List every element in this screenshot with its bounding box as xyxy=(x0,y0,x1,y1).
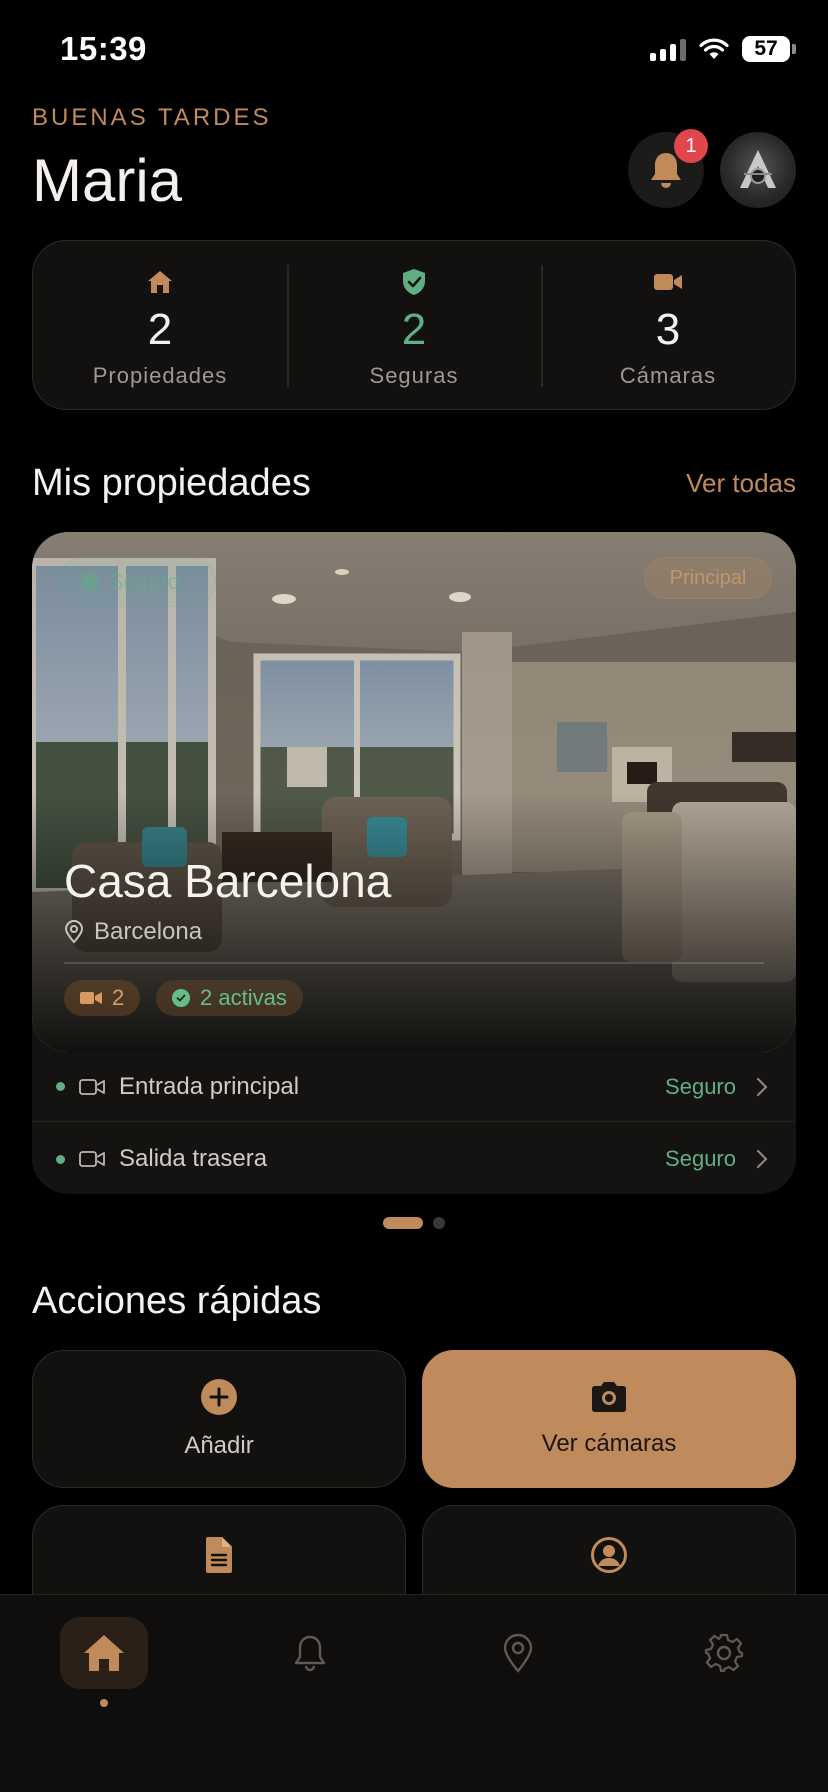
page-dot[interactable] xyxy=(433,1217,445,1229)
video-camera-icon xyxy=(654,274,682,290)
house-icon xyxy=(148,271,172,293)
property-photo: Seguro Principal Casa Barcelona Barcelon… xyxy=(32,532,796,1052)
battery-icon: 57 xyxy=(742,36,796,62)
main-badge: Principal xyxy=(644,557,772,599)
nav-locations[interactable] xyxy=(474,1617,562,1689)
divider xyxy=(64,962,764,964)
camera-status: Seguro xyxy=(665,1146,736,1171)
camera-row[interactable]: Salida trasera Seguro xyxy=(32,1124,796,1194)
secure-badge-label: Seguro xyxy=(109,569,180,594)
status-bar: 15:39 57 xyxy=(0,0,828,100)
greeting-text: BUENAS TARDES xyxy=(32,104,272,131)
battery-level: 57 xyxy=(742,36,790,62)
stat-label: Seguras xyxy=(369,363,459,388)
video-camera-outline-icon xyxy=(79,1078,105,1095)
bottom-navigation xyxy=(0,1594,828,1792)
stat-label: Cámaras xyxy=(619,363,717,388)
user-circle-icon xyxy=(591,1537,627,1573)
user-name: Maria xyxy=(32,147,183,214)
map-pin-icon xyxy=(503,1633,533,1673)
camera-name: Entrada principal xyxy=(119,1072,300,1100)
stat-value: 2 xyxy=(147,305,173,354)
check-circle-icon xyxy=(172,989,190,1007)
document-icon xyxy=(206,1537,232,1573)
property-location-label: Barcelona xyxy=(94,918,203,945)
stats-card: 2 Propiedades 2 Seguras 3 Cámaras xyxy=(32,240,796,410)
property-name: Casa Barcelona xyxy=(64,855,392,907)
view-cameras-button[interactable]: Ver cámaras xyxy=(422,1350,796,1488)
property-card[interactable]: Seguro Principal Casa Barcelona Barcelon… xyxy=(32,532,796,1194)
quick-actions-title: Acciones rápidas xyxy=(32,1280,322,1322)
stat-value: 2 xyxy=(401,305,427,354)
camera-count: 2 xyxy=(112,985,125,1010)
wifi-icon xyxy=(699,38,729,59)
stat-properties: 2 Propiedades xyxy=(33,241,287,409)
avatar[interactable] xyxy=(720,132,796,208)
nav-active-dot xyxy=(100,1699,108,1707)
gear-icon xyxy=(704,1633,744,1673)
active-cameras-chip: 2 activas xyxy=(156,980,303,1016)
properties-title: Mis propiedades xyxy=(32,462,311,504)
property-location: Barcelona xyxy=(64,918,202,946)
plus-circle-icon xyxy=(201,1379,237,1415)
online-dot-icon xyxy=(56,1082,65,1091)
avatar-logo-icon xyxy=(740,150,776,188)
see-all-link[interactable]: Ver todas xyxy=(686,468,796,499)
secure-badge: Seguro xyxy=(58,557,216,607)
add-button[interactable]: Añadir xyxy=(32,1350,406,1488)
signal-icon xyxy=(650,37,686,61)
active-cameras-label: 2 activas xyxy=(200,985,287,1010)
status-time: 15:39 xyxy=(60,30,147,67)
bell-icon xyxy=(294,1635,326,1672)
notification-badge: 1 xyxy=(674,129,708,163)
camera-icon xyxy=(592,1382,626,1412)
stat-secure: 2 Seguras xyxy=(287,241,541,409)
view-cameras-label: Ver cámaras xyxy=(541,1430,677,1457)
camera-count-chip: 2 xyxy=(64,980,141,1016)
status-icons: 57 xyxy=(650,36,796,62)
video-camera-icon xyxy=(80,992,102,1004)
add-button-label: Añadir xyxy=(184,1432,254,1459)
shield-check-icon xyxy=(403,269,425,295)
chevron-right-icon xyxy=(756,1077,768,1096)
video-camera-outline-icon xyxy=(79,1151,105,1167)
map-pin-icon xyxy=(64,920,84,944)
page-indicator[interactable] xyxy=(383,1217,445,1229)
home-icon xyxy=(84,1635,124,1671)
status-dot-icon xyxy=(81,573,99,591)
stat-cameras: 3 Cámaras xyxy=(541,241,795,409)
camera-row[interactable]: Entrada principal Seguro xyxy=(32,1052,796,1122)
camera-name: Salida trasera xyxy=(119,1145,268,1172)
camera-status: Seguro xyxy=(665,1073,736,1099)
online-dot-icon xyxy=(56,1154,65,1164)
nav-home[interactable] xyxy=(60,1617,148,1689)
chevron-right-icon xyxy=(756,1149,768,1169)
stat-label: Propiedades xyxy=(92,363,228,388)
nav-settings[interactable] xyxy=(680,1617,768,1689)
stat-value: 3 xyxy=(655,305,681,354)
page-dot-active[interactable] xyxy=(383,1217,423,1229)
nav-notifications[interactable] xyxy=(266,1617,354,1689)
